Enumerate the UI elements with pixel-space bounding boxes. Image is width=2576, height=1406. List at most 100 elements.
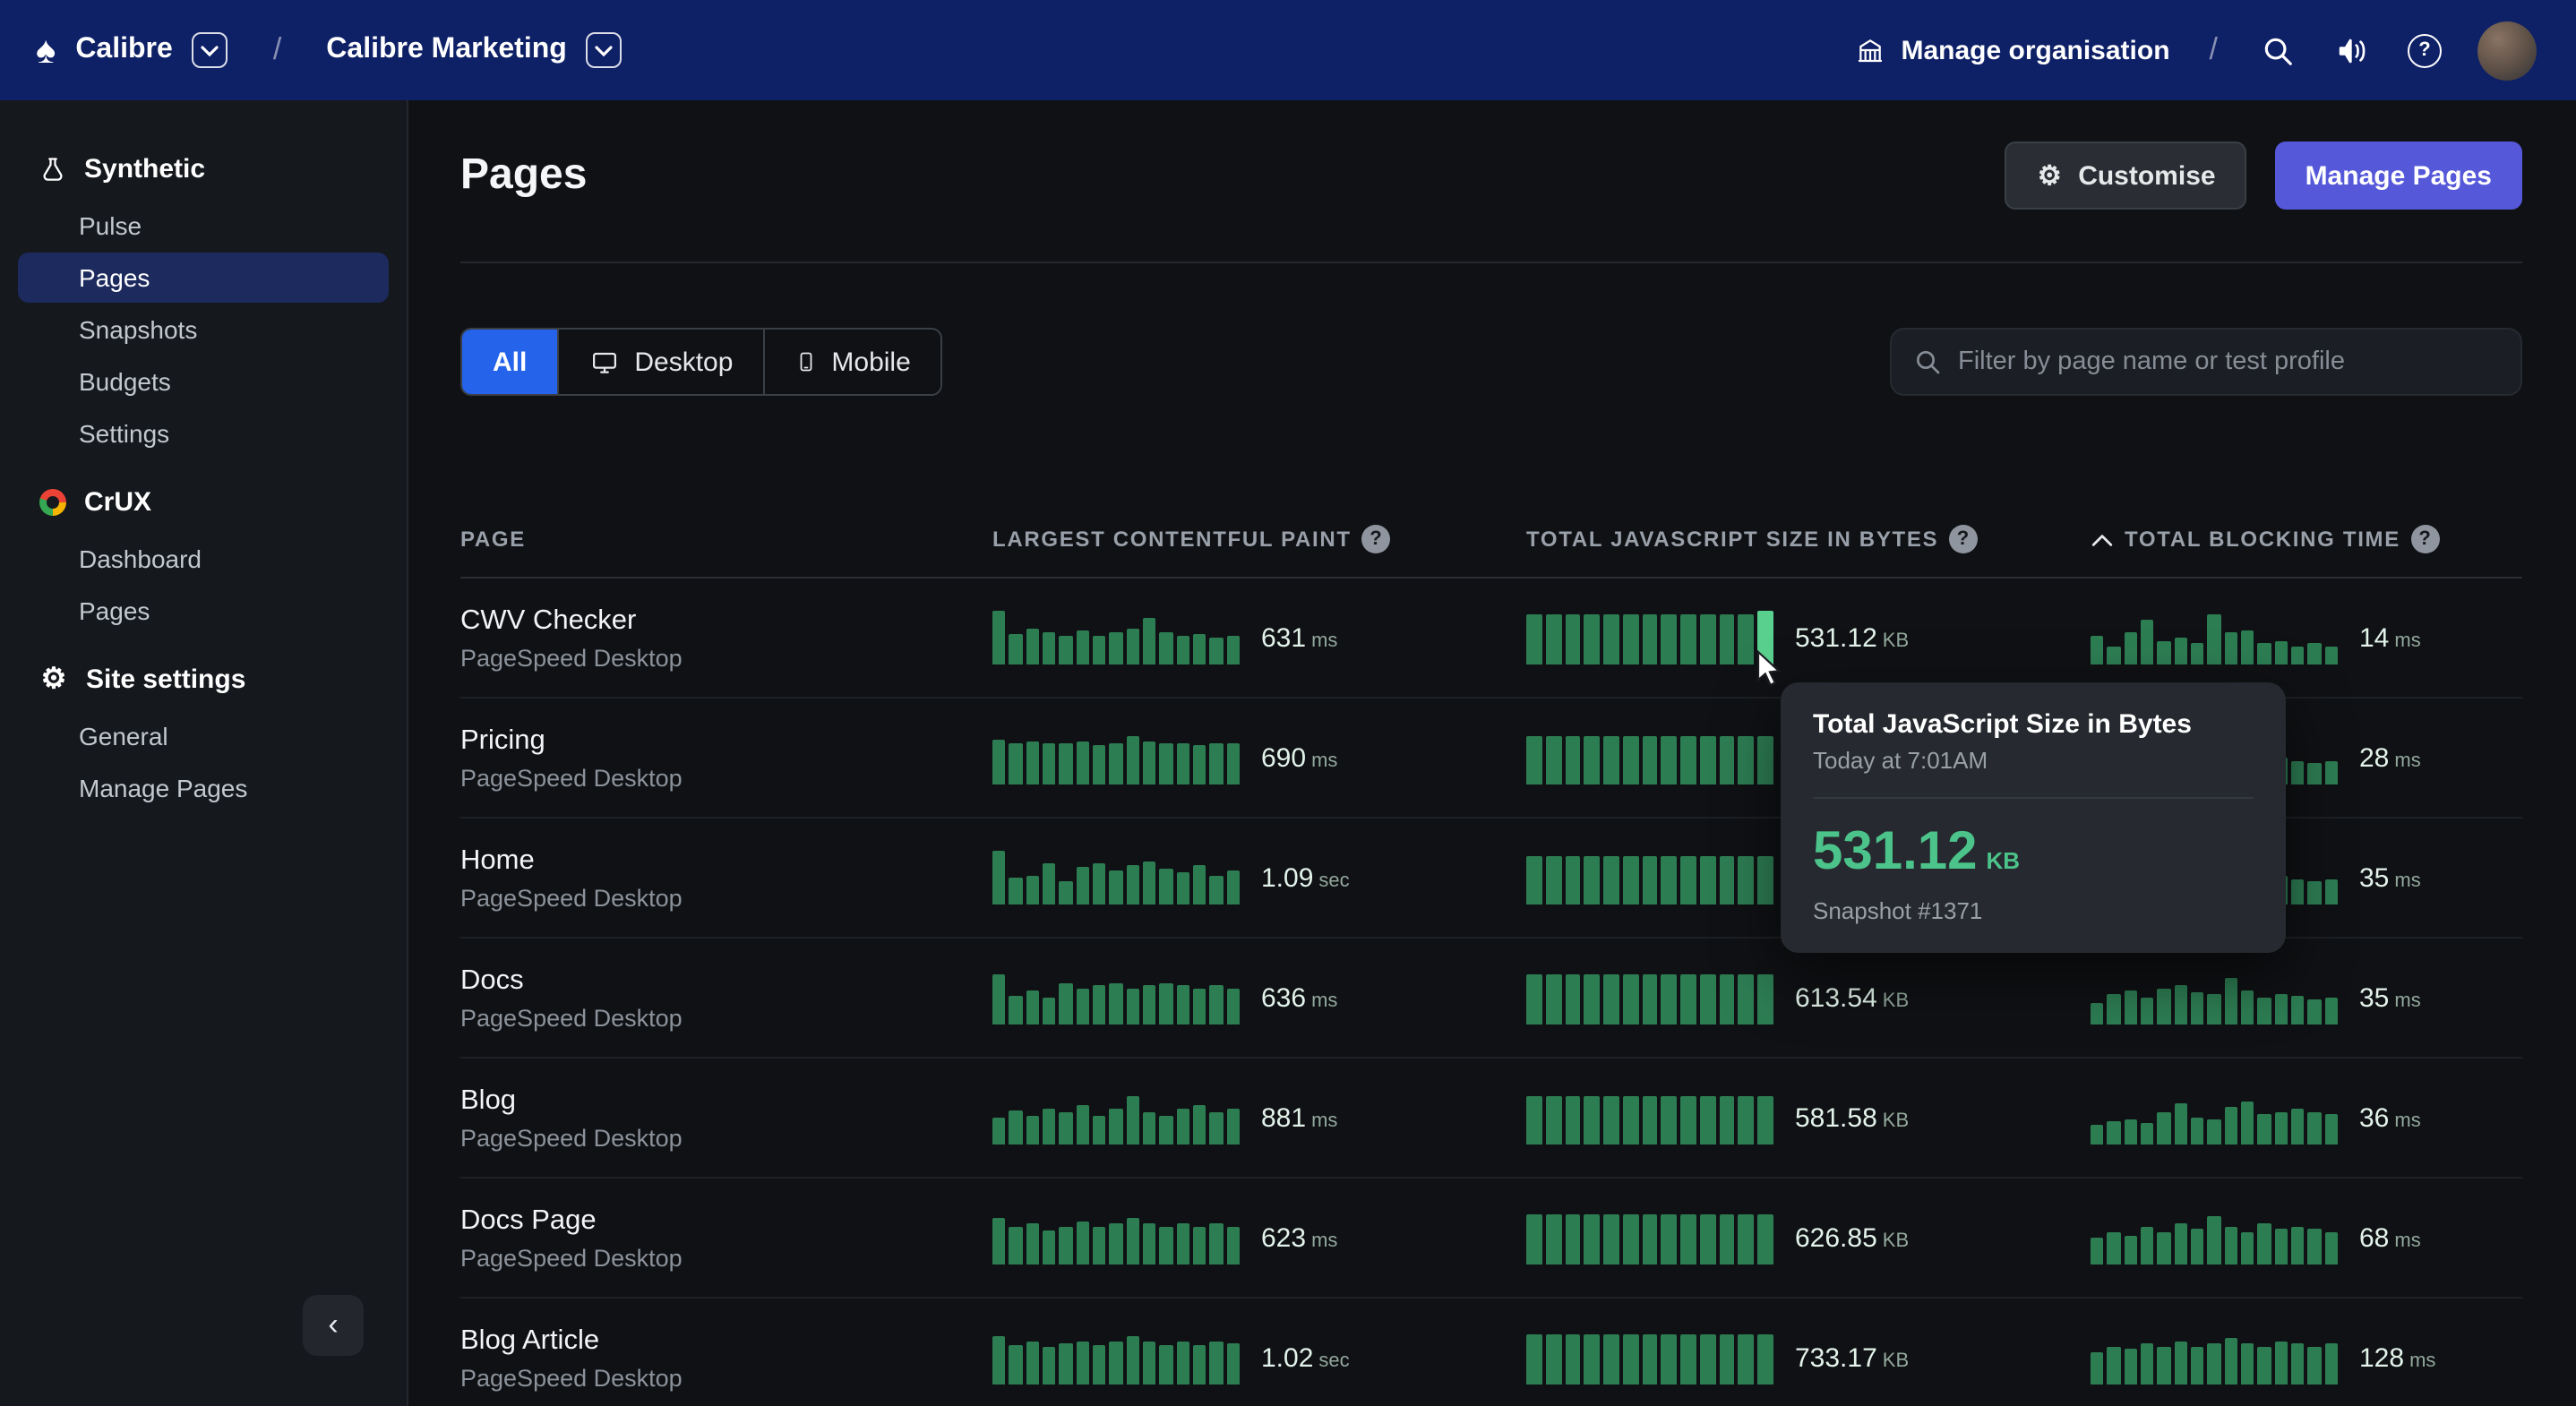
tbt-sparkline[interactable] — [2091, 971, 2338, 1024]
flask-icon — [39, 155, 66, 184]
help-icon[interactable]: ? — [1362, 525, 1391, 553]
sidebar-collapse-button[interactable]: ‹ — [303, 1295, 364, 1356]
sidebar-heading-site-settings[interactable]: ⚙ Site settings — [0, 650, 407, 709]
megaphone-icon[interactable] — [2332, 30, 2372, 70]
table-row[interactable]: Blog PageSpeed Desktop 881ms 581.58KB 36… — [460, 1059, 2522, 1179]
column-header-lcp[interactable]: LARGEST CONTENTFUL PAINT ? — [992, 525, 1526, 553]
sidebar-item-crux-pages[interactable]: Pages — [18, 586, 389, 636]
tooltip-value-row: 531.12 KB — [1813, 822, 2254, 883]
tbt-sparkline[interactable] — [2091, 1331, 2338, 1385]
tooltip-title: Total JavaScript Size in Bytes — [1813, 709, 2254, 740]
filter-desktop[interactable]: Desktop — [557, 330, 763, 394]
gear-icon: ⚙ — [2035, 162, 2064, 189]
org-dropdown[interactable] — [587, 32, 623, 68]
sidebar-item-general[interactable]: General — [18, 711, 389, 761]
table-row[interactable]: CWV Checker PageSpeed Desktop 631ms 531.… — [460, 579, 2522, 699]
tooltip-value: 531.12 — [1813, 822, 1978, 883]
help-icon[interactable]: ? — [2408, 33, 2442, 67]
search-icon[interactable] — [2257, 30, 2297, 70]
sidebar-heading-crux[interactable]: CrUX — [0, 473, 407, 532]
js-sparkline[interactable] — [1526, 1211, 1773, 1265]
lcp-sparkline[interactable] — [992, 971, 1240, 1024]
lcp-cell: 623ms — [992, 1211, 1526, 1265]
js-sparkline[interactable] — [1526, 1331, 1773, 1385]
metric-value: 128ms — [2359, 1342, 2435, 1373]
help-icon[interactable]: ? — [2411, 525, 2440, 553]
filter-search — [1890, 328, 2522, 396]
table-row[interactable]: Docs PageSpeed Desktop 636ms 613.54KB 35… — [460, 939, 2522, 1059]
page-name[interactable]: Pricing — [460, 724, 992, 757]
page-title: Pages — [460, 150, 587, 201]
lcp-sparkline[interactable] — [992, 1211, 1240, 1265]
help-glyph: ? — [2418, 39, 2430, 61]
metric-value: 631ms — [1261, 622, 1337, 653]
sidebar-item-budgets[interactable]: Budgets — [18, 356, 389, 407]
lcp-cell: 881ms — [992, 1091, 1526, 1145]
lcp-sparkline[interactable] — [992, 611, 1240, 664]
customise-button[interactable]: ⚙ Customise — [2005, 141, 2245, 210]
column-label: LARGEST CONTENTFUL PAINT — [992, 527, 1352, 552]
brand-dropdown[interactable] — [193, 32, 228, 68]
column-header-js[interactable]: TOTAL JAVASCRIPT SIZE IN BYTES ? — [1526, 525, 2091, 553]
manage-pages-label: Manage Pages — [2306, 160, 2492, 191]
collapse-chevron-icon: ‹ — [328, 1307, 338, 1343]
page-cell: Docs Page PageSpeed Desktop — [460, 1205, 992, 1271]
sidebar-item-pulse[interactable]: Pulse — [18, 201, 389, 251]
help-icon[interactable]: ? — [1949, 525, 1978, 553]
page-header: Pages ⚙ Customise Manage Pages — [460, 133, 2522, 219]
filter-all[interactable]: All — [462, 330, 557, 394]
sidebar-item-pages[interactable]: Pages — [18, 253, 389, 303]
js-sparkline[interactable] — [1526, 731, 1773, 784]
chevron-down-icon — [596, 44, 614, 56]
page-cell: Docs PageSpeed Desktop — [460, 964, 992, 1031]
search-input[interactable] — [1958, 347, 2499, 376]
sidebar-heading-synthetic[interactable]: Synthetic — [0, 140, 407, 199]
js-sparkline[interactable] — [1526, 611, 1773, 664]
sidebar-heading-label: CrUX — [84, 487, 151, 518]
desktop-icon — [589, 348, 620, 375]
test-profile: PageSpeed Desktop — [460, 644, 992, 671]
tbt-sparkline[interactable] — [2091, 611, 2338, 664]
tbt-sparkline[interactable] — [2091, 1211, 2338, 1265]
page-cell: Home PageSpeed Desktop — [460, 844, 992, 911]
header-divider — [460, 261, 2522, 263]
metric-value: 881ms — [1261, 1102, 1337, 1133]
js-size-cell: 626.85KB — [1526, 1211, 2091, 1265]
header-actions: ⚙ Customise Manage Pages — [2005, 141, 2522, 210]
table-row[interactable]: Docs Page PageSpeed Desktop 623ms 626.85… — [460, 1179, 2522, 1299]
sidebar-item-crux-dashboard[interactable]: Dashboard — [18, 534, 389, 584]
manage-organisation-link[interactable]: Manage organisation — [1856, 35, 2169, 65]
test-profile: PageSpeed Desktop — [460, 1124, 992, 1151]
page-name[interactable]: Blog Article — [460, 1325, 992, 1357]
tbt-cell: 36ms — [2091, 1091, 2522, 1145]
lcp-sparkline[interactable] — [992, 851, 1240, 904]
lcp-cell: 1.09sec — [992, 851, 1526, 904]
column-header-page[interactable]: PAGE — [460, 527, 992, 552]
manage-pages-button[interactable]: Manage Pages — [2275, 141, 2522, 210]
page-name[interactable]: Home — [460, 844, 992, 877]
tbt-sparkline[interactable] — [2091, 1091, 2338, 1145]
tbt-cell: 14ms — [2091, 611, 2522, 664]
metric-value: 623ms — [1261, 1222, 1337, 1253]
page-name[interactable]: CWV Checker — [460, 604, 992, 637]
sidebar-item-settings[interactable]: Settings — [18, 408, 389, 459]
page-name[interactable]: Docs — [460, 964, 992, 997]
avatar[interactable] — [2477, 21, 2537, 80]
lcp-sparkline[interactable] — [992, 1091, 1240, 1145]
js-sparkline[interactable] — [1526, 1091, 1773, 1145]
lcp-sparkline[interactable] — [992, 731, 1240, 784]
page-name[interactable]: Blog — [460, 1085, 992, 1117]
sidebar-item-manage-pages[interactable]: Manage Pages — [18, 763, 389, 813]
js-sparkline[interactable] — [1526, 851, 1773, 904]
lcp-cell: 636ms — [992, 971, 1526, 1024]
table-row[interactable]: Blog Article PageSpeed Desktop 1.02sec 7… — [460, 1299, 2522, 1406]
js-sparkline[interactable] — [1526, 971, 1773, 1024]
filter-mobile[interactable]: Mobile — [763, 330, 940, 394]
metric-value: 1.09sec — [1261, 862, 1350, 893]
sidebar-item-snapshots[interactable]: Snapshots — [18, 304, 389, 355]
lcp-sparkline[interactable] — [992, 1331, 1240, 1385]
metric-value: 14ms — [2359, 622, 2421, 653]
page-name[interactable]: Docs Page — [460, 1205, 992, 1237]
page-cell: Blog Article PageSpeed Desktop — [460, 1325, 992, 1391]
column-header-tbt[interactable]: TOTAL BLOCKING TIME ? — [2091, 525, 2522, 553]
